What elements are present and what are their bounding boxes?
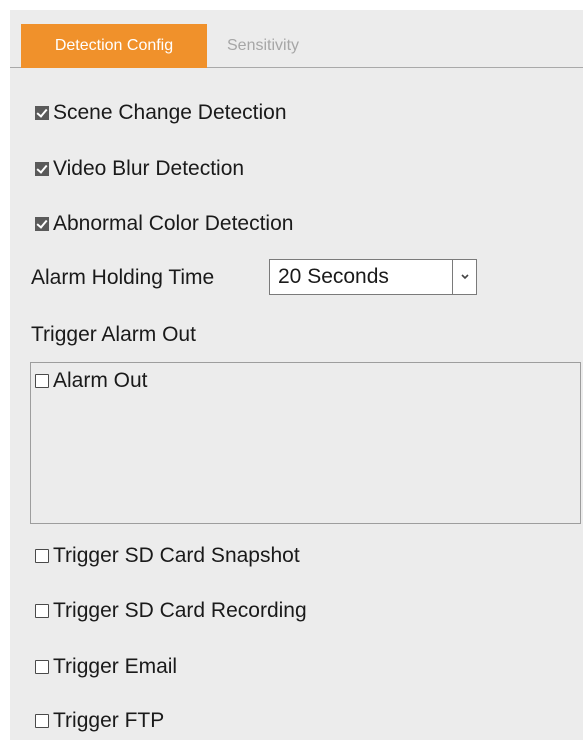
alarm-out-list: Alarm Out xyxy=(30,362,581,524)
tab-sensitivity[interactable]: Sensitivity xyxy=(207,24,367,68)
video-blur-label: Video Blur Detection xyxy=(53,157,245,180)
abnormal-color-label: Abnormal Color Detection xyxy=(53,212,294,235)
trigger-sd-recording-checkbox[interactable] xyxy=(35,604,49,618)
alarm-out-label: Alarm Out xyxy=(53,369,148,392)
video-blur-detection-option[interactable]: Video Blur Detection xyxy=(35,155,244,183)
chevron-down-icon[interactable] xyxy=(452,260,476,294)
alarm-out-option[interactable]: Alarm Out xyxy=(35,367,148,395)
abnormal-color-checkbox[interactable] xyxy=(35,217,49,231)
tab-detection-config[interactable]: Detection Config xyxy=(21,24,207,68)
trigger-email-label: Trigger Email xyxy=(53,655,178,678)
trigger-ftp-label: Trigger FTP xyxy=(53,709,165,732)
trigger-ftp-option[interactable]: Trigger FTP xyxy=(35,707,164,735)
trigger-email-option[interactable]: Trigger Email xyxy=(35,653,177,681)
scene-change-label: Scene Change Detection xyxy=(53,101,287,124)
trigger-sd-recording-label: Trigger SD Card Recording xyxy=(53,599,307,622)
alarm-holding-time-label: Alarm Holding Time xyxy=(31,266,215,289)
trigger-sd-snapshot-option[interactable]: Trigger SD Card Snapshot xyxy=(35,542,300,570)
detection-panel: Detection Config Sensitivity Scene Chang… xyxy=(10,10,583,740)
trigger-sd-snapshot-label: Trigger SD Card Snapshot xyxy=(53,544,300,567)
tab-bar: Detection Config Sensitivity xyxy=(10,10,583,68)
trigger-sd-snapshot-checkbox[interactable] xyxy=(35,549,49,563)
video-blur-checkbox[interactable] xyxy=(35,162,49,176)
trigger-ftp-checkbox[interactable] xyxy=(35,714,49,728)
alarm-out-checkbox[interactable] xyxy=(35,374,49,388)
trigger-alarm-out-label: Trigger Alarm Out xyxy=(31,323,196,346)
alarm-holding-time-select[interactable]: 20 Seconds xyxy=(269,259,477,295)
scene-change-detection-option[interactable]: Scene Change Detection xyxy=(35,99,287,127)
alarm-holding-time-value: 20 Seconds xyxy=(278,265,389,288)
scene-change-checkbox[interactable] xyxy=(35,106,49,120)
trigger-sd-recording-option[interactable]: Trigger SD Card Recording xyxy=(35,597,307,625)
abnormal-color-detection-option[interactable]: Abnormal Color Detection xyxy=(35,210,293,238)
trigger-email-checkbox[interactable] xyxy=(35,660,49,674)
